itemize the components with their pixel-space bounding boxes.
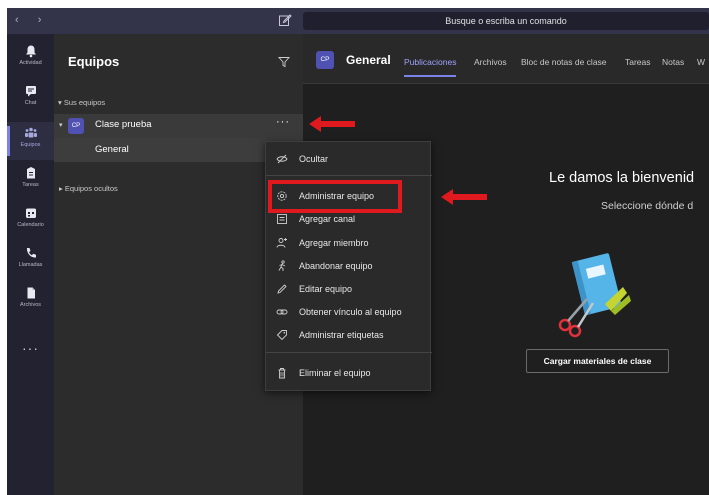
bell-icon bbox=[25, 45, 36, 58]
tab-notas[interactable]: Notas bbox=[662, 57, 684, 67]
menu-separator bbox=[266, 352, 432, 353]
app-item-label: Archivos bbox=[19, 302, 42, 308]
menu-item-add-member[interactable]: Agregar miembro bbox=[266, 232, 432, 255]
more-apps-button[interactable]: ··· bbox=[7, 340, 54, 356]
menu-item-label: Agregar canal bbox=[299, 214, 356, 224]
menu-item-label: Ocultar bbox=[299, 154, 329, 164]
menu-item-label: Agregar miembro bbox=[299, 238, 369, 248]
channel-title: General bbox=[346, 53, 391, 67]
phone-icon bbox=[26, 248, 36, 258]
eye-off-icon bbox=[276, 154, 288, 164]
tab-bloc-de-notas[interactable]: Bloc de notas de clase bbox=[521, 57, 607, 67]
upload-class-materials-button[interactable]: Cargar materiales de clase bbox=[526, 349, 669, 373]
channel-header: CP General Publicaciones Archivos Bloc d… bbox=[303, 34, 709, 84]
annotation-arrow-left-icon bbox=[441, 189, 487, 205]
panel-title: Equipos bbox=[68, 54, 120, 69]
tab-archivos[interactable]: Archivos bbox=[474, 57, 507, 67]
app-item-label: Chat bbox=[24, 100, 37, 106]
team-name: Clase prueba bbox=[95, 119, 152, 130]
app-item-label: Llamadas bbox=[18, 262, 43, 268]
new-chat-icon[interactable] bbox=[278, 13, 292, 27]
channel-list-icon bbox=[277, 214, 287, 224]
app-item-assignments[interactable]: Tareas bbox=[7, 162, 54, 200]
calendar-icon bbox=[25, 208, 36, 218]
forward-button[interactable]: › bbox=[38, 14, 50, 26]
link-icon bbox=[276, 309, 288, 315]
app-item-activity[interactable]: Actividad bbox=[7, 40, 54, 78]
welcome-subtitle: Seleccione dónde d bbox=[601, 200, 694, 212]
app-item-calendar[interactable]: Calendario bbox=[7, 202, 54, 240]
channel-name: General bbox=[95, 144, 129, 155]
menu-item-label: Editar equipo bbox=[299, 284, 353, 294]
menu-item-label: Obtener vínculo al equipo bbox=[299, 307, 402, 317]
pencil-icon bbox=[277, 284, 287, 294]
menu-item-manage-tags[interactable]: Administrar etiquetas bbox=[266, 324, 432, 347]
title-bar: ‹ › Busque o escriba un comando bbox=[7, 8, 709, 34]
annotation-highlight-box bbox=[268, 180, 402, 213]
menu-item-delete-team[interactable]: Eliminar el equipo bbox=[266, 362, 432, 385]
menu-item-get-link[interactable]: Obtener vínculo al equipo bbox=[266, 301, 432, 324]
person-walking-icon bbox=[278, 260, 286, 271]
app-item-calls[interactable]: Llamadas bbox=[7, 242, 54, 280]
menu-separator bbox=[266, 175, 432, 176]
menu-item-label: Abandonar equipo bbox=[299, 261, 373, 271]
history-navigation: ‹ › bbox=[15, 14, 49, 26]
app-item-label: Equipos bbox=[20, 142, 41, 148]
app-bar: Actividad Chat Equipos Tareas Calendario… bbox=[7, 34, 54, 495]
app-item-files[interactable]: Archivos bbox=[7, 282, 54, 320]
channel-team-avatar: CP bbox=[316, 51, 334, 69]
files-icon bbox=[27, 287, 35, 299]
app-item-chat[interactable]: Chat bbox=[7, 80, 54, 118]
command-search-input[interactable]: Busque o escriba un comando bbox=[303, 12, 709, 30]
back-button[interactable]: ‹ bbox=[15, 14, 27, 26]
trash-icon bbox=[278, 368, 286, 379]
tag-icon bbox=[276, 330, 287, 341]
chat-icon bbox=[25, 86, 36, 97]
tab-publicaciones[interactable]: Publicaciones bbox=[404, 57, 457, 77]
section-your-teams[interactable]: ▾ Sus equipos bbox=[58, 98, 105, 107]
team-avatar: CP bbox=[68, 118, 84, 134]
menu-item-label: Eliminar el equipo bbox=[299, 368, 371, 378]
teams-icon bbox=[24, 127, 37, 138]
menu-item-label: Administrar etiquetas bbox=[299, 330, 384, 340]
app-item-teams[interactable]: Equipos bbox=[7, 122, 54, 160]
add-person-icon bbox=[276, 238, 287, 248]
menu-item-hide[interactable]: Ocultar bbox=[266, 148, 432, 171]
app-item-label: Calendario bbox=[17, 222, 44, 228]
team-context-menu: Ocultar Administrar equipo Agregar canal… bbox=[265, 141, 432, 391]
menu-item-leave-team[interactable]: Abandonar equipo bbox=[266, 255, 432, 278]
caret-down-icon[interactable]: ▾ bbox=[59, 121, 63, 129]
app-item-label: Tareas bbox=[22, 182, 39, 188]
tab-tareas[interactable]: Tareas bbox=[625, 57, 651, 67]
welcome-heading: Le damos la bienvenid bbox=[549, 170, 695, 186]
app-item-label: Actividad bbox=[19, 60, 42, 66]
assignments-icon bbox=[26, 167, 35, 179]
filter-icon[interactable] bbox=[278, 56, 290, 68]
tab-overflow[interactable]: W bbox=[697, 57, 705, 67]
menu-item-edit-team[interactable]: Editar equipo bbox=[266, 278, 432, 301]
team-more-options-button[interactable]: ··· bbox=[276, 116, 290, 128]
team-row-clase-prueba[interactable]: ▾ CP Clase prueba ··· bbox=[54, 114, 303, 138]
class-materials-illustration bbox=[558, 253, 631, 338]
section-hidden-teams[interactable]: ▸ Equipos ocultos bbox=[59, 184, 118, 193]
annotation-arrow-left-icon bbox=[309, 116, 355, 132]
